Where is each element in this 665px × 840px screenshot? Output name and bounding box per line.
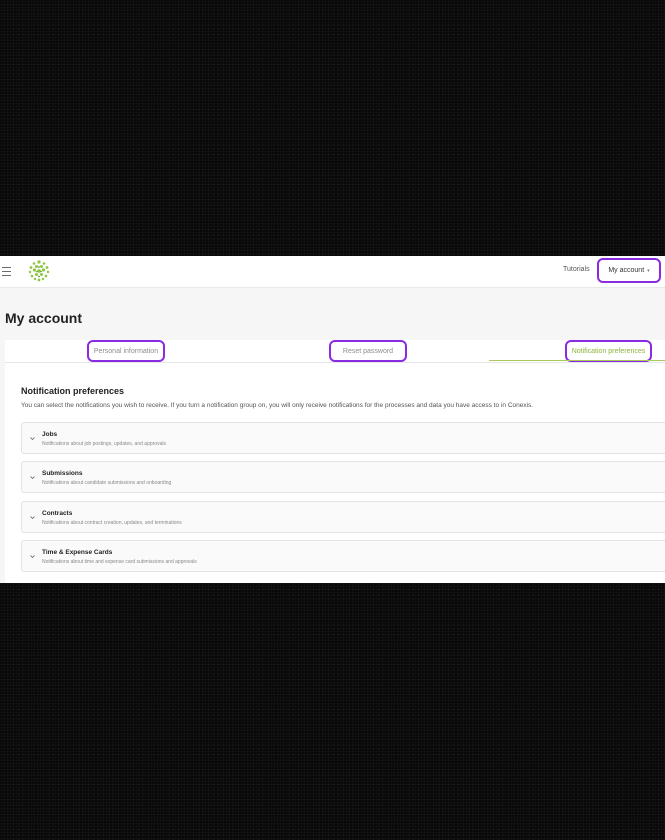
- group-title: Contracts: [42, 510, 73, 517]
- group-contracts[interactable]: Contracts Notifications about contract c…: [21, 501, 665, 533]
- chevron-down-icon: [30, 476, 35, 480]
- tab-notification-preferences[interactable]: Notification preferences: [565, 340, 652, 362]
- group-submissions[interactable]: Submissions Notifications about candidat…: [21, 461, 665, 493]
- tab-personal-information[interactable]: Personal information: [87, 340, 165, 362]
- app-window: Tutorials My account ▾ My account Person…: [0, 256, 665, 583]
- group-subtitle: Notifications about job postings, update…: [42, 441, 166, 447]
- active-tab-indicator: [489, 360, 665, 361]
- my-account-label: My account: [608, 267, 645, 274]
- page-title: My account: [5, 310, 83, 326]
- group-jobs[interactable]: Jobs Notifications about job postings, u…: [21, 422, 665, 454]
- notification-panel: Notification preferences You can select …: [5, 363, 665, 583]
- menu-icon[interactable]: [2, 264, 11, 276]
- my-account-button[interactable]: My account ▾: [597, 258, 661, 283]
- tutorials-link[interactable]: Tutorials: [563, 266, 590, 273]
- chevron-down-icon: [30, 516, 35, 520]
- section-title: Notification preferences: [21, 386, 125, 396]
- group-title: Jobs: [42, 431, 58, 438]
- tab-reset-password[interactable]: Reset password: [329, 340, 407, 362]
- group-subtitle: Notifications about contract creation, u…: [42, 520, 182, 526]
- section-description: You can select the notifications you wis…: [21, 402, 534, 409]
- group-subtitle: Notifications about time and expense car…: [42, 559, 197, 565]
- group-title: Time & Expense Cards: [42, 549, 113, 556]
- group-title: Submissions: [42, 470, 83, 477]
- group-subtitle: Notifications about candidate submission…: [42, 480, 172, 486]
- caret-down-icon: ▾: [647, 267, 650, 274]
- logo-icon[interactable]: [27, 259, 51, 283]
- group-time-expense-cards[interactable]: Time & Expense Cards Notifications about…: [21, 540, 665, 572]
- account-tabs: Personal information Reset password Noti…: [5, 340, 665, 363]
- top-bar: Tutorials My account ▾: [0, 256, 665, 288]
- chevron-down-icon: [30, 437, 35, 441]
- chevron-down-icon: [30, 555, 35, 559]
